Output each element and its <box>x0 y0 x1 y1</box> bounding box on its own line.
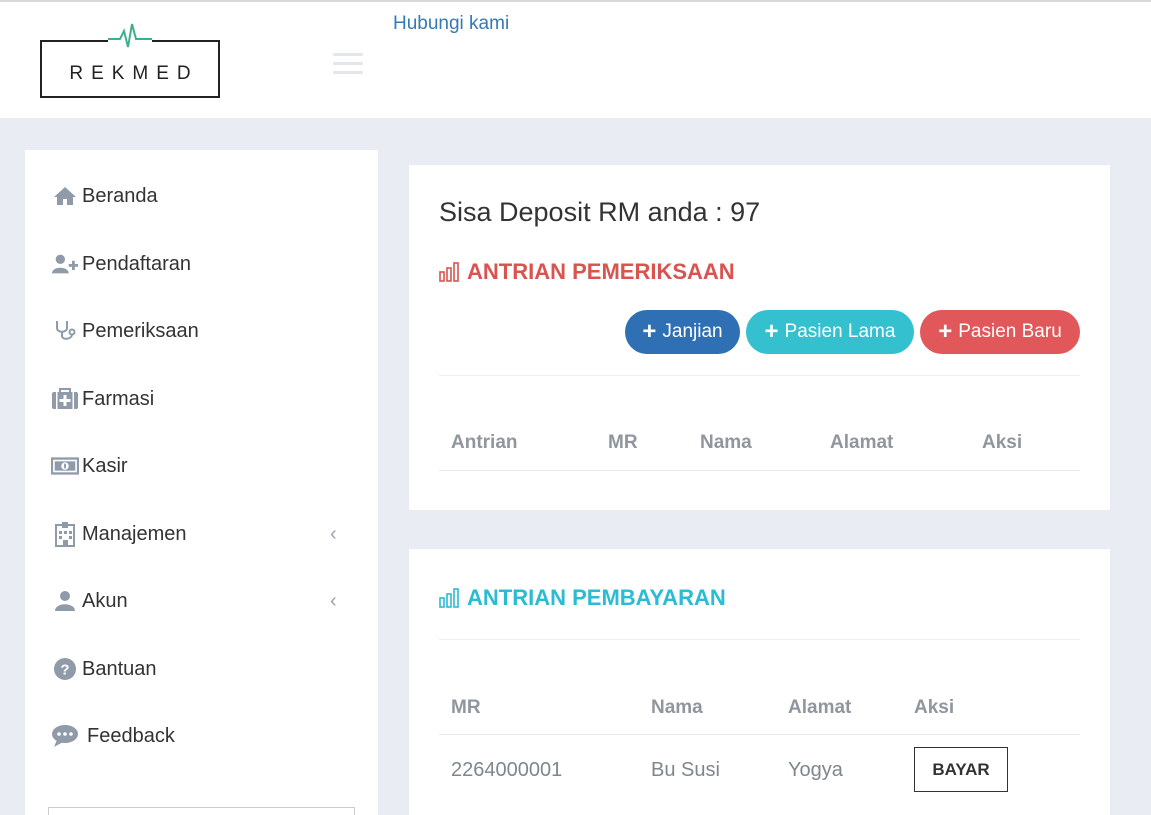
column-header-nama[interactable]: Nama <box>700 432 752 454</box>
sidebar-item-pemeriksaan[interactable]: Pemeriksaan <box>25 311 378 351</box>
sidebar-item-kasir[interactable]: Kasir <box>25 446 378 486</box>
plus-icon: + <box>642 318 657 345</box>
section-title-text: ANTRIAN PEMBAYARAN <box>467 585 726 610</box>
chevron-left-icon[interactable]: ‹ <box>330 523 337 546</box>
money-icon <box>51 453 79 479</box>
rekmed-logo[interactable]: REKMED <box>40 21 220 98</box>
column-header-mr[interactable]: MR <box>608 432 638 454</box>
payment-queue-panel: ANTRIAN PEMBAYARAN MR Nama Alamat Aksi 2… <box>409 549 1110 815</box>
svg-text:?: ? <box>60 662 69 679</box>
cell-nama: Bu Susi <box>651 759 720 781</box>
cell-mr: 2264000001 <box>451 759 563 781</box>
hospital-icon <box>51 521 79 547</box>
logo-text: REKMED <box>69 63 199 84</box>
sidebar-item-label: Manajemen <box>82 522 187 545</box>
column-header-aksi[interactable]: Aksi <box>982 432 1022 454</box>
deposit-balance: Sisa Deposit RM anda : 97 <box>439 197 761 227</box>
home-icon <box>51 183 79 209</box>
sidebar-item-label: Pemeriksaan <box>82 319 199 342</box>
cell-alamat: Yogya <box>788 759 843 781</box>
stethoscope-icon <box>51 318 79 344</box>
pulse-icon <box>108 21 152 51</box>
sidebar-item-bantuan[interactable]: ? Bantuan <box>25 649 378 689</box>
button-label: Pasien Baru <box>958 321 1062 342</box>
column-header-nama[interactable]: Nama <box>651 697 703 719</box>
bar-chart-icon <box>439 588 459 608</box>
section-title-text: ANTRIAN PEMERIKSAAN <box>467 259 735 284</box>
sidebar-item-feedback[interactable]: Feedback <box>25 716 378 756</box>
divider <box>439 375 1080 376</box>
table-header-divider <box>439 470 1080 471</box>
bar-chart-icon <box>439 262 459 282</box>
pasien-lama-button[interactable]: + Pasien Lama <box>746 310 914 354</box>
button-label: Pasien Lama <box>784 321 896 342</box>
sidebar-item-akun[interactable]: Akun ‹ <box>25 581 378 621</box>
user-plus-icon <box>51 251 79 277</box>
bayar-button[interactable]: BAYAR <box>914 747 1008 792</box>
contact-link[interactable]: Hubungi kami <box>393 13 509 35</box>
medkit-icon <box>51 386 79 412</box>
sidebar-item-label: Akun <box>82 589 128 612</box>
user-icon <box>51 588 79 614</box>
sidebar-item-label: Pendaftaran <box>82 252 191 275</box>
sidebar-item-label: Farmasi <box>82 387 155 410</box>
question-circle-icon: ? <box>51 656 79 682</box>
button-label: Janjian <box>662 321 723 342</box>
sidebar: Beranda Pendaftaran Pemeriksaan Farmasi … <box>25 150 378 815</box>
column-header-aksi[interactable]: Aksi <box>914 697 954 719</box>
menu-toggle-icon[interactable] <box>333 53 363 75</box>
plus-icon: + <box>938 318 953 345</box>
sidebar-item-label: Beranda <box>82 184 158 207</box>
sidebar-item-beranda[interactable]: Beranda <box>25 176 378 216</box>
sidebar-item-label: Bantuan <box>82 657 157 680</box>
column-header-mr[interactable]: MR <box>451 697 481 719</box>
chevron-left-icon[interactable]: ‹ <box>330 590 337 613</box>
top-header: REKMED Hubungi kami <box>0 0 1151 118</box>
column-header-alamat[interactable]: Alamat <box>830 432 893 454</box>
sidebar-item-manajemen[interactable]: Manajemen ‹ <box>25 514 378 554</box>
column-header-antrian[interactable]: Antrian <box>451 432 518 454</box>
comment-icon <box>51 723 79 749</box>
column-header-alamat[interactable]: Alamat <box>788 697 851 719</box>
exam-queue-title: ANTRIAN PEMERIKSAAN <box>439 259 735 285</box>
exam-queue-panel: Sisa Deposit RM anda : 97 ANTRIAN PEMERI… <box>409 165 1110 510</box>
sidebar-item-label: Kasir <box>82 454 128 477</box>
payment-queue-title: ANTRIAN PEMBAYARAN <box>439 585 726 611</box>
sidebar-item-label: Feedback <box>87 724 175 747</box>
sidebar-search-box[interactable] <box>48 807 355 815</box>
sidebar-item-farmasi[interactable]: Farmasi <box>25 379 378 419</box>
pasien-baru-button[interactable]: + Pasien Baru <box>920 310 1080 354</box>
janjian-button[interactable]: + Janjian <box>625 310 740 354</box>
plus-icon: + <box>764 318 779 345</box>
divider <box>439 639 1080 640</box>
table-header-divider <box>439 734 1080 735</box>
sidebar-item-pendaftaran[interactable]: Pendaftaran <box>25 244 378 284</box>
